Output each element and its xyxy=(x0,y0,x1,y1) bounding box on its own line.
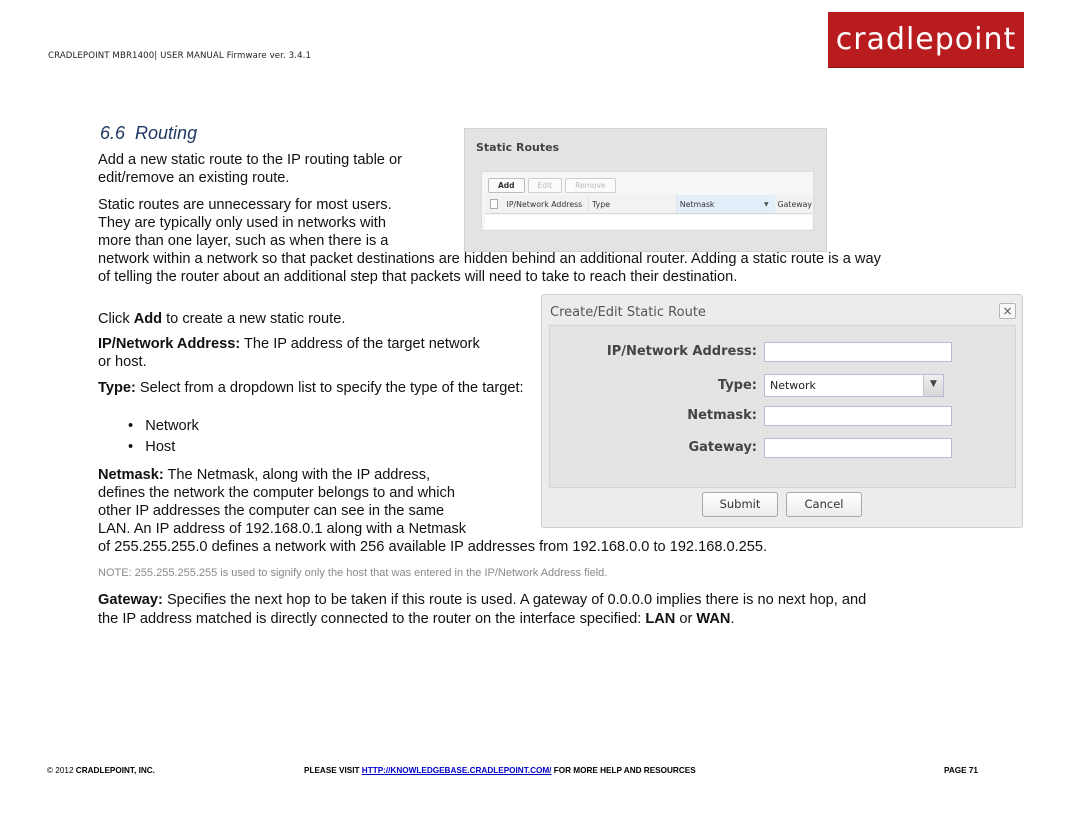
netmask-paragraph-line: defines the network the computer belongs… xyxy=(98,485,455,501)
netmask-field-label: Netmask: xyxy=(687,408,757,423)
text: The Netmask, along with the IP address, xyxy=(163,467,431,483)
option-text: Network xyxy=(145,418,199,434)
ip-address-row: IP/Network Address: xyxy=(550,342,1015,364)
static-routes-grid: Add Edit Remove IP/Network Address Type … xyxy=(481,171,814,231)
bullet-icon: • xyxy=(128,439,134,455)
section-number: 6.6 xyxy=(100,123,126,143)
text: or xyxy=(675,611,697,627)
create-edit-static-route-dialog: Create/Edit Static Route × IP/Network Ad… xyxy=(541,294,1023,528)
submit-button[interactable]: Submit xyxy=(702,492,778,517)
footer-help: PLEASE VISIT HTTP://KNOWLEDGEBASE.CRADLE… xyxy=(304,766,696,775)
netmask-paragraph-line: LAN. An IP address of 192.168.0.1 along … xyxy=(98,521,467,537)
wan-bold: WAN xyxy=(696,611,731,627)
type-option-network: • Network xyxy=(128,418,199,436)
close-icon[interactable]: × xyxy=(999,303,1016,319)
section-name: Routing xyxy=(135,123,198,143)
section-title: 6.6 Routing xyxy=(100,123,197,144)
edit-button[interactable]: Edit xyxy=(527,178,563,193)
manual-header: CRADLEPOINT MBR1400| USER MANUAL Firmwar… xyxy=(48,51,312,61)
remove-button[interactable]: Remove xyxy=(565,178,616,193)
dialog-form: IP/Network Address: Type: Network ▼ Netm… xyxy=(549,325,1016,488)
netmask-paragraph-line: of 255.255.255.0 defines a network with … xyxy=(98,539,768,555)
note-text: NOTE: 255.255.255.255 is used to signify… xyxy=(98,567,608,579)
ip-address-paragraph: IP/Network Address: The IP address of th… xyxy=(98,336,488,371)
gateway-paragraph-line: Gateway: Specifies the next hop to be ta… xyxy=(98,592,866,610)
cancel-button[interactable]: Cancel xyxy=(786,492,862,517)
type-label: Type: xyxy=(98,380,136,396)
ip-address-label: IP/Network Address: xyxy=(98,336,241,352)
sort-dropdown-icon[interactable]: ▼ xyxy=(757,195,775,213)
text: . xyxy=(730,611,735,627)
intro-paragraph: Add a new static route to the IP routing… xyxy=(98,152,402,186)
netmask-label: Netmask: xyxy=(98,467,164,483)
type-field-label: Type: xyxy=(717,378,757,393)
lan-bold: LAN xyxy=(645,611,676,627)
footer-copyright: © 2012 CRADLEPOINT, INC. xyxy=(47,766,155,775)
column-gateway[interactable]: Gateway xyxy=(775,195,812,213)
knowledgebase-link[interactable]: HTTP://KNOWLEDGEBASE.CRADLEPOINT.COM/ xyxy=(362,766,552,775)
text: to create a new static route. xyxy=(162,311,346,327)
cradlepoint-logo: cradlepoint xyxy=(828,12,1024,67)
column-netmask[interactable]: Netmask xyxy=(676,195,758,213)
gateway-field-label: Gateway: xyxy=(688,440,757,455)
type-paragraph: Type: Select from a dropdown list to spe… xyxy=(98,380,538,398)
static-routes-panel: Static Routes Add Edit Remove IP/Network… xyxy=(464,128,827,252)
add-button[interactable]: Add xyxy=(488,178,525,193)
static-routes-paragraph-line: network within a network so that packet … xyxy=(98,251,881,267)
text: Click xyxy=(98,311,134,327)
netmask-input[interactable] xyxy=(764,406,952,426)
text: the IP address matched is directly conne… xyxy=(98,611,646,627)
copyright-year: © 2012 xyxy=(47,766,76,775)
static-routes-title: Static Routes xyxy=(476,141,560,154)
type-select[interactable]: Network ▼ xyxy=(764,374,944,397)
company-name: CRADLEPOINT, INC. xyxy=(75,766,155,775)
ip-address-field-label: IP/Network Address: xyxy=(606,344,757,359)
ip-address-input[interactable] xyxy=(764,342,952,362)
bullet-icon: • xyxy=(128,418,134,434)
gateway-row: Gateway: xyxy=(550,438,1015,460)
gateway-paragraph-line: the IP address matched is directly conne… xyxy=(98,611,735,629)
netmask-paragraph-line: Netmask: The Netmask, along with the IP … xyxy=(98,467,430,485)
static-routes-paragraph-line: They are typically only used in networks… xyxy=(98,215,386,231)
column-type[interactable]: Type xyxy=(589,195,677,213)
page-number: PAGE 71 xyxy=(944,766,978,775)
select-all-checkbox[interactable] xyxy=(490,199,498,209)
static-routes-header-row: IP/Network Address Type Netmask ▼ Gatewa… xyxy=(485,195,812,214)
add-bold: Add xyxy=(133,311,163,327)
static-routes-paragraph-line: Static routes are unnecessary for most u… xyxy=(98,197,392,213)
netmask-row: Netmask: xyxy=(550,406,1015,428)
column-ip-network-address[interactable]: IP/Network Address xyxy=(504,195,590,213)
dialog-buttons: Submit Cancel xyxy=(702,492,862,517)
netmask-paragraph-line: other IP addresses the computer can see … xyxy=(98,503,445,519)
static-routes-toolbar: Add Edit Remove xyxy=(488,178,616,193)
gateway-input[interactable] xyxy=(764,438,952,458)
static-routes-paragraph-line: of telling the router about an additiona… xyxy=(98,269,738,285)
dialog-title: Create/Edit Static Route xyxy=(550,305,706,320)
gateway-label: Gateway: xyxy=(98,592,163,608)
type-row: Type: Network ▼ xyxy=(550,374,1015,397)
text: FOR MORE HELP AND RESOURCES xyxy=(551,766,696,775)
static-routes-paragraph-line: more than one layer, such as when there … xyxy=(98,233,389,249)
type-option-host: • Host xyxy=(128,439,175,457)
type-text: Select from a dropdown list to specify t… xyxy=(135,380,524,396)
static-routes-empty-body xyxy=(485,215,812,229)
type-select-value: Network xyxy=(770,379,816,392)
click-add-paragraph: Click Add to create a new static route. xyxy=(98,311,345,329)
text: PLEASE VISIT xyxy=(304,766,362,775)
text: Specifies the next hop to be taken if th… xyxy=(162,592,867,608)
option-text: Host xyxy=(145,439,176,455)
chevron-down-icon[interactable]: ▼ xyxy=(923,375,943,396)
